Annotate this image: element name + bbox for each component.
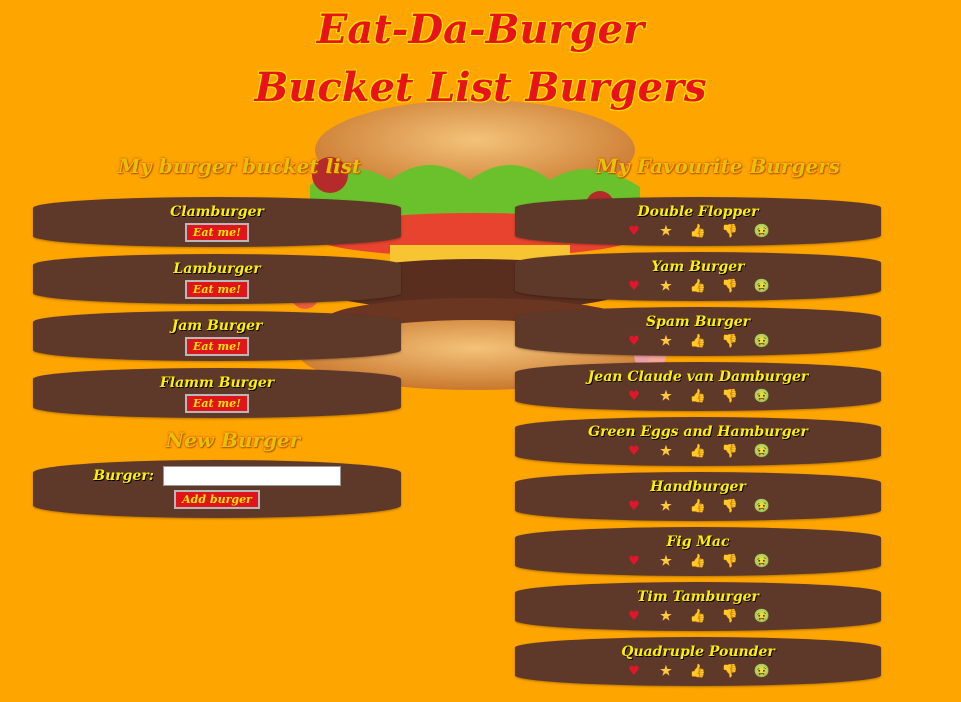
thumbs-down-icon[interactable]: 👎	[714, 443, 746, 461]
favourite-item: Fig Mac ♥ ★ 👍 👎 🤢	[515, 527, 881, 576]
heart-icon[interactable]: ♥	[618, 608, 650, 626]
thumbs-down-icon[interactable]: 👎	[714, 553, 746, 571]
star-icon[interactable]: ★	[650, 498, 682, 516]
rating-icons: ♥ ★ 👍 👎 🤢	[515, 277, 881, 295]
eat-me-button[interactable]: Eat me!	[185, 394, 249, 413]
sick-face-icon[interactable]: 🤢	[746, 498, 778, 516]
star-icon[interactable]: ★	[650, 278, 682, 296]
heart-icon[interactable]: ♥	[618, 333, 650, 351]
sick-face-icon[interactable]: 🤢	[746, 278, 778, 296]
thumbs-up-icon[interactable]: 👍	[682, 223, 714, 241]
burger-input[interactable]	[162, 466, 341, 486]
burger-name: Clamburger	[170, 204, 264, 220]
thumbs-up-icon[interactable]: 👍	[682, 553, 714, 571]
thumbs-down-icon[interactable]: 👎	[714, 663, 746, 681]
thumbs-up-icon[interactable]: 👍	[682, 663, 714, 681]
rating-icons: ♥ ★ 👍 👎 🤢	[515, 332, 881, 350]
burger-name: Jam Burger	[171, 318, 263, 334]
thumbs-up-icon[interactable]: 👍	[682, 333, 714, 351]
heart-icon[interactable]: ♥	[618, 553, 650, 571]
rating-icons: ♥ ★ 👍 👎 🤢	[515, 222, 881, 240]
thumbs-up-icon[interactable]: 👍	[682, 388, 714, 406]
favourite-item: Green Eggs and Hamburger ♥ ★ 👍 👎 🤢	[515, 417, 881, 466]
bucket-item: Lamburger Eat me!	[33, 254, 401, 304]
thumbs-down-icon[interactable]: 👎	[714, 498, 746, 516]
heart-icon[interactable]: ♥	[618, 498, 650, 516]
rating-icons: ♥ ★ 👍 👎 🤢	[515, 662, 881, 680]
sick-face-icon[interactable]: 🤢	[746, 608, 778, 626]
page-subtitle: Bucket List Burgers	[254, 64, 707, 111]
thumbs-up-icon[interactable]: 👍	[682, 443, 714, 461]
rating-icons: ♥ ★ 👍 👎 🤢	[515, 497, 881, 515]
sick-face-icon[interactable]: 🤢	[746, 663, 778, 681]
favourite-item: Quadruple Pounder ♥ ★ 👍 👎 🤢	[515, 637, 881, 686]
burger-name: Double Flopper	[637, 204, 759, 220]
burger-name: Tim Tamburger	[637, 589, 759, 605]
burger-name: Fig Mac	[666, 534, 730, 550]
rating-icons: ♥ ★ 👍 👎 🤢	[515, 387, 881, 405]
heart-icon[interactable]: ♥	[618, 663, 650, 681]
new-burger-heading: New Burger	[165, 428, 301, 452]
burger-name: Yam Burger	[651, 259, 745, 275]
heart-icon[interactable]: ♥	[618, 223, 650, 241]
sick-face-icon[interactable]: 🤢	[746, 443, 778, 461]
favourite-item: Yam Burger ♥ ★ 👍 👎 🤢	[515, 252, 881, 301]
add-burger-button[interactable]: Add burger	[174, 490, 260, 509]
star-icon[interactable]: ★	[650, 663, 682, 681]
sick-face-icon[interactable]: 🤢	[746, 223, 778, 241]
favourite-item: Tim Tamburger ♥ ★ 👍 👎 🤢	[515, 582, 881, 631]
bucket-item: Flamm Burger Eat me!	[33, 368, 401, 418]
sick-face-icon[interactable]: 🤢	[746, 333, 778, 351]
thumbs-down-icon[interactable]: 👎	[714, 608, 746, 626]
star-icon[interactable]: ★	[650, 608, 682, 626]
sick-face-icon[interactable]: 🤢	[746, 553, 778, 571]
eat-me-button[interactable]: Eat me!	[185, 223, 249, 242]
favourites-heading: My Favourite Burgers	[596, 154, 840, 178]
sick-face-icon[interactable]: 🤢	[746, 388, 778, 406]
burger-name: Spam Burger	[645, 314, 751, 330]
rating-icons: ♥ ★ 👍 👎 🤢	[515, 442, 881, 460]
thumbs-down-icon[interactable]: 👎	[714, 388, 746, 406]
burger-field-label: Burger:	[93, 468, 154, 484]
star-icon[interactable]: ★	[650, 388, 682, 406]
favourite-item: Jean Claude van Damburger ♥ ★ 👍 👎 🤢	[515, 362, 881, 411]
thumbs-up-icon[interactable]: 👍	[682, 608, 714, 626]
thumbs-up-icon[interactable]: 👍	[682, 498, 714, 516]
burger-name: Green Eggs and Hamburger	[588, 424, 808, 440]
favourite-item: Handburger ♥ ★ 👍 👎 🤢	[515, 472, 881, 521]
favourite-item: Spam Burger ♥ ★ 👍 👎 🤢	[515, 307, 881, 356]
heart-icon[interactable]: ♥	[618, 443, 650, 461]
thumbs-down-icon[interactable]: 👎	[714, 223, 746, 241]
eat-me-button[interactable]: Eat me!	[185, 280, 249, 299]
burger-name: Flamm Burger	[159, 375, 275, 391]
heart-icon[interactable]: ♥	[618, 388, 650, 406]
star-icon[interactable]: ★	[650, 223, 682, 241]
bucket-item: Jam Burger Eat me!	[33, 311, 401, 361]
thumbs-down-icon[interactable]: 👎	[714, 278, 746, 296]
rating-icons: ♥ ★ 👍 👎 🤢	[515, 607, 881, 625]
burger-name: Lamburger	[173, 261, 261, 277]
thumbs-down-icon[interactable]: 👎	[714, 333, 746, 351]
burger-name: Jean Claude van Damburger	[587, 369, 809, 385]
page-title: Eat-Da-Burger	[316, 6, 645, 53]
bucket-list-heading: My burger bucket list	[118, 154, 362, 178]
rating-icons: ♥ ★ 👍 👎 🤢	[515, 552, 881, 570]
thumbs-up-icon[interactable]: 👍	[682, 278, 714, 296]
heart-icon[interactable]: ♥	[618, 278, 650, 296]
burger-name: Handburger	[650, 479, 746, 495]
star-icon[interactable]: ★	[650, 553, 682, 571]
burger-name: Quadruple Pounder	[621, 644, 775, 660]
new-burger-form: Burger: Add burger	[33, 460, 401, 518]
bucket-item: Clamburger Eat me!	[33, 197, 401, 247]
star-icon[interactable]: ★	[650, 333, 682, 351]
star-icon[interactable]: ★	[650, 443, 682, 461]
favourite-item: Double Flopper ♥ ★ 👍 👎 🤢	[515, 197, 881, 246]
eat-me-button[interactable]: Eat me!	[185, 337, 249, 356]
